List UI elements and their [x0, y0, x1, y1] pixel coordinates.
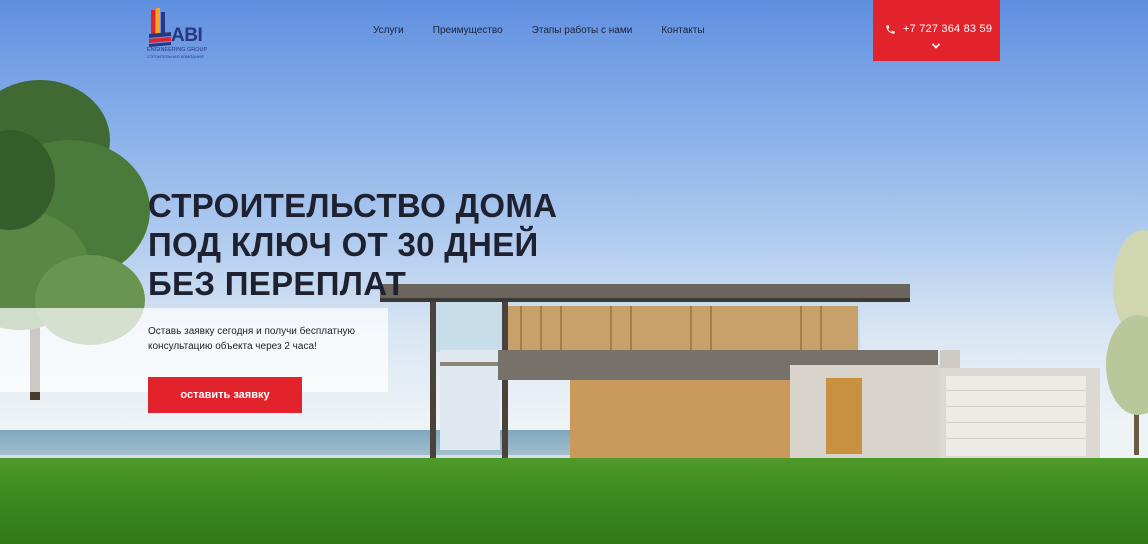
main-nav: Услуги Преимущество Этапы работы с нами … — [373, 24, 705, 37]
nav-item-contacts[interactable]: Контакты — [661, 24, 704, 37]
phone-row: +7 727 364 83 59 — [885, 23, 992, 35]
company-logo[interactable]: ABI ENGINEERING GROUP СТРОИТЕЛЬНАЯ КОМПА… — [145, 8, 215, 62]
logo-subtitle: ENGINEERING GROUP — [147, 47, 208, 53]
hero-title-line: СТРОИТЕЛЬСТВО ДОМА — [148, 187, 558, 224]
hero-lead: Оставь заявку сегодня и получи бесплатну… — [148, 324, 355, 354]
hero-lead-line: Оставь заявку сегодня и получи бесплатну… — [148, 326, 356, 337]
nav-item-advantages[interactable]: Преимущество — [433, 24, 503, 37]
submit-request-button[interactable]: оставить заявку — [148, 377, 302, 413]
tree-right — [1106, 230, 1148, 455]
logo-icon — [149, 8, 171, 47]
nav-item-services[interactable]: Услуги — [373, 24, 404, 37]
house-illustration — [380, 284, 1100, 462]
phone-number[interactable]: +7 727 364 83 59 — [903, 23, 992, 35]
hero-lead-line: консультацию объекта через 2 часа! — [148, 341, 317, 352]
phone-contact-box[interactable]: +7 727 364 83 59 — [873, 0, 1000, 61]
logo-name: ABI — [171, 25, 203, 46]
hero-title: СТРОИТЕЛЬСТВО ДОМА ПОД КЛЮЧ ОТ 30 ДНЕЙ Б… — [148, 186, 557, 303]
logo-tagline: СТРОИТЕЛЬНАЯ КОМПАНИЯ — [147, 54, 204, 59]
lawn — [0, 458, 1148, 544]
phone-icon — [886, 24, 895, 34]
chevron-down-icon[interactable] — [931, 42, 941, 50]
hero-title-line: БЕЗ ПЕРЕПЛАТ — [148, 265, 407, 302]
nav-item-work-stages[interactable]: Этапы работы с нами — [532, 24, 633, 37]
hero-title-line: ПОД КЛЮЧ ОТ 30 ДНЕЙ — [148, 226, 539, 263]
